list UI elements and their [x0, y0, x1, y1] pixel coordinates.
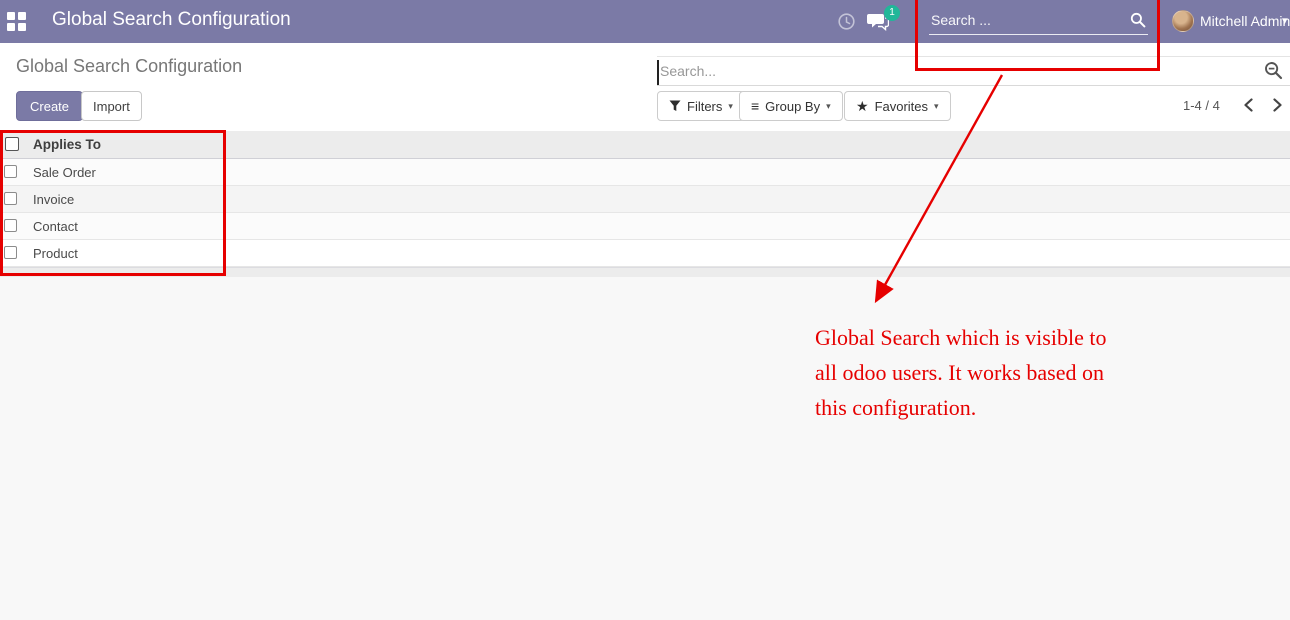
- star-icon: ★: [856, 98, 869, 115]
- user-menu-caret-icon: ▾: [1282, 14, 1288, 27]
- row-checkbox[interactable]: [4, 192, 17, 205]
- import-button[interactable]: Import: [81, 91, 142, 121]
- searchview-top-border: [657, 56, 1290, 57]
- row-label: Contact: [33, 219, 78, 234]
- searchview-bottom-border: [657, 85, 1290, 86]
- global-search-box: [929, 7, 1148, 35]
- row-checkbox[interactable]: [4, 165, 17, 178]
- activity-clock-icon[interactable]: [838, 13, 855, 30]
- filters-caret-icon: ▾: [728, 101, 733, 112]
- group-by-icon: ≡: [751, 98, 759, 114]
- annotation-note: Global Search which is visible to all od…: [815, 320, 1155, 425]
- avatar: [1172, 10, 1194, 32]
- row-label: Invoice: [33, 192, 74, 207]
- list-search-input[interactable]: [660, 58, 1220, 84]
- list-row-sale-order[interactable]: Sale Order: [0, 159, 1290, 186]
- row-checkbox[interactable]: [4, 219, 17, 232]
- favorites-caret-icon: ▾: [934, 101, 939, 112]
- annotation-note-line: Global Search which is visible to: [815, 320, 1155, 355]
- funnel-icon: [669, 100, 681, 112]
- user-name: Mitchell Admin: [1200, 13, 1290, 29]
- screen: Global Search Configuration 1 Mitchell: [0, 0, 1290, 620]
- group-by-button[interactable]: ≡ Group By ▾: [739, 91, 843, 121]
- search-icon[interactable]: [1130, 12, 1146, 28]
- filters-label: Filters: [687, 99, 722, 114]
- filters-button[interactable]: Filters ▾: [657, 91, 745, 121]
- top-navbar: Global Search Configuration 1 Mitchell: [0, 0, 1290, 43]
- messages-count-badge: 1: [884, 5, 900, 21]
- breadcrumb: Global Search Configuration: [16, 56, 242, 77]
- list-row-product[interactable]: Product: [0, 240, 1290, 267]
- global-search-input[interactable]: [931, 9, 1116, 31]
- control-panel: Global Search Configuration Create Impor…: [0, 43, 1290, 131]
- pager-next-icon[interactable]: [1272, 98, 1283, 117]
- pager-previous-icon[interactable]: [1243, 98, 1254, 117]
- favorites-button[interactable]: ★ Favorites ▾: [844, 91, 951, 121]
- list-row-contact[interactable]: Contact: [0, 213, 1290, 240]
- annotation-note-line: all odoo users. It works based on: [815, 355, 1155, 390]
- apps-menu-icon[interactable]: [7, 12, 26, 31]
- row-label: Sale Order: [33, 165, 96, 180]
- annotation-note-line: this configuration.: [815, 390, 1155, 425]
- row-checkbox[interactable]: [4, 246, 17, 259]
- search-text-caret: [657, 60, 659, 85]
- search-options-icon[interactable]: [1264, 61, 1283, 85]
- list-header-row: Applies To: [0, 131, 1290, 159]
- row-label: Product: [33, 246, 78, 261]
- group-by-caret-icon: ▾: [826, 101, 831, 112]
- column-header-applies-to[interactable]: Applies To: [33, 137, 101, 152]
- list-footer-strip: [0, 267, 1290, 277]
- select-all-checkbox[interactable]: [5, 137, 19, 151]
- list-row-invoice[interactable]: Invoice: [0, 186, 1290, 213]
- favorites-label: Favorites: [875, 99, 928, 114]
- group-by-label: Group By: [765, 99, 820, 114]
- pager-range[interactable]: 1-4 / 4: [1183, 98, 1220, 113]
- create-button[interactable]: Create: [16, 91, 83, 121]
- app-title: Global Search Configuration: [52, 9, 291, 31]
